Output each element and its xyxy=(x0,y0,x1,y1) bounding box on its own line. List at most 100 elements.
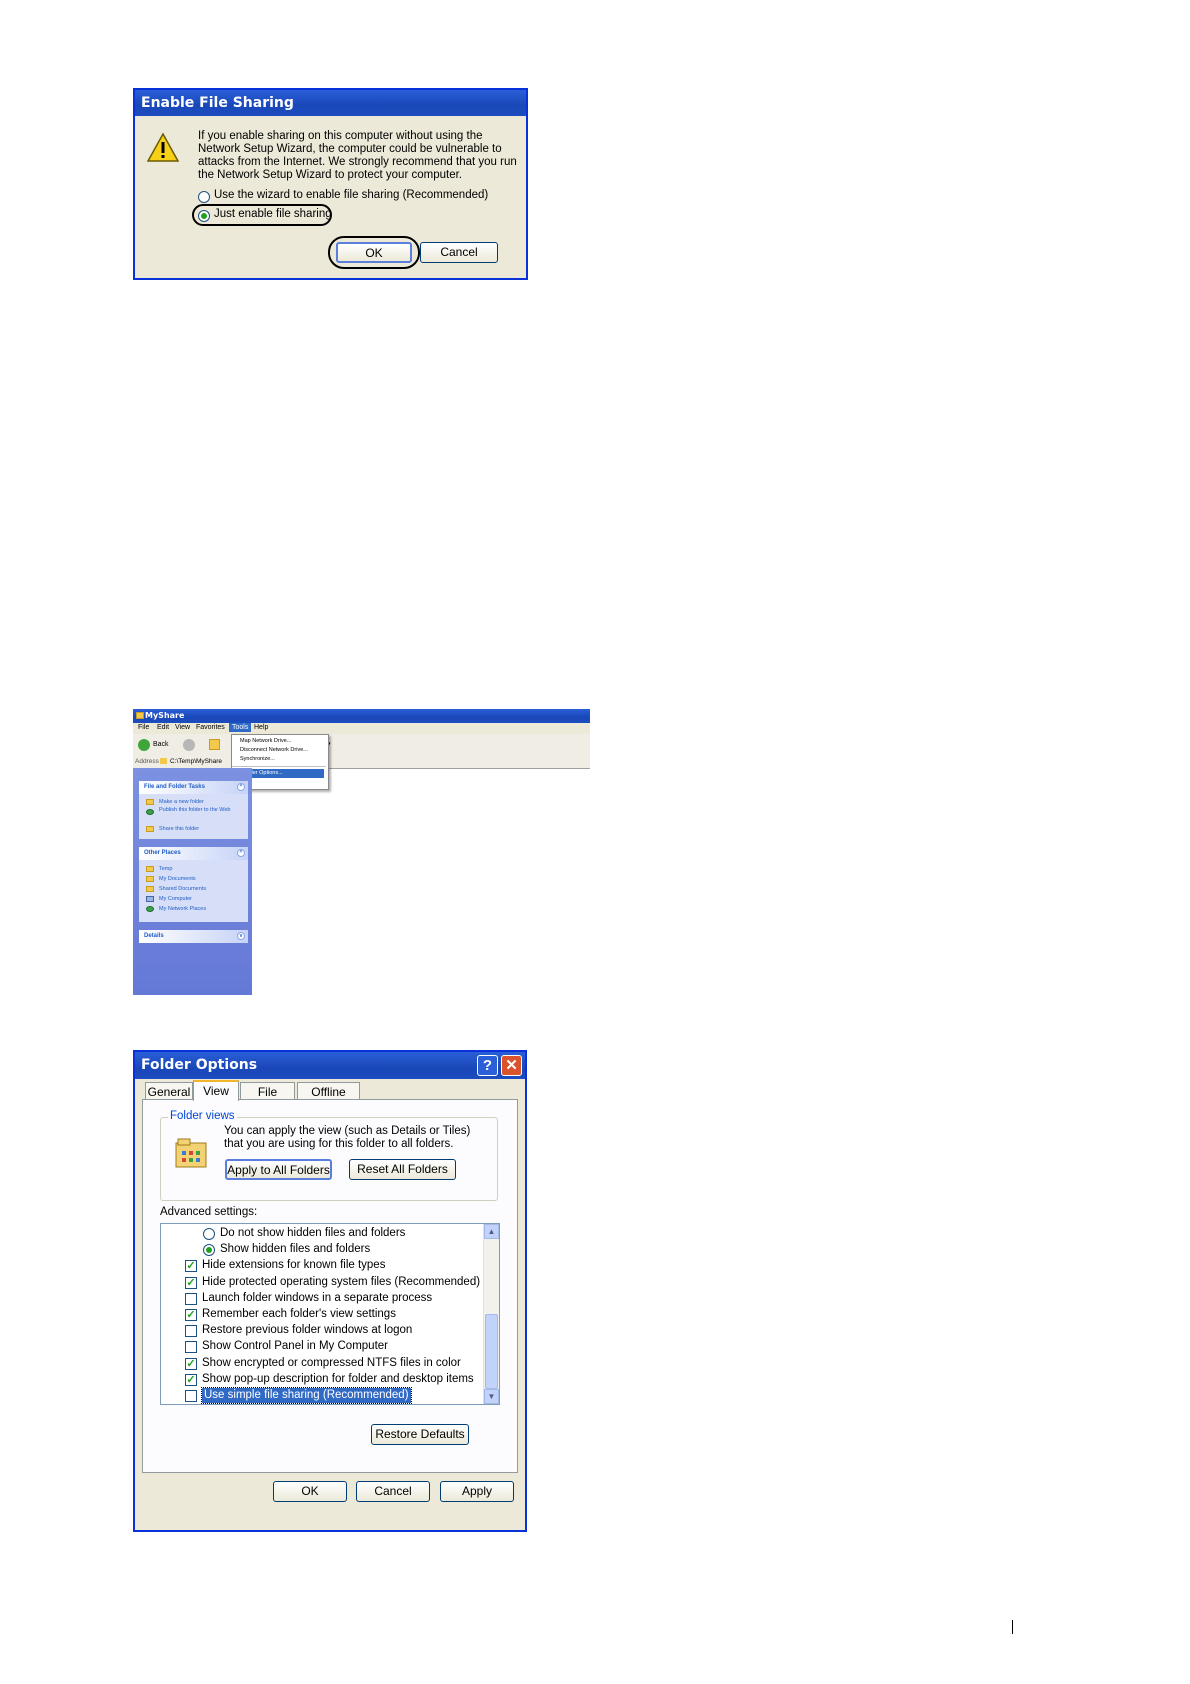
folder-icon xyxy=(146,866,154,872)
panel-title[interactable]: File and Folder Tasks ^ xyxy=(139,781,248,794)
place-label: My Documents xyxy=(159,876,196,882)
option-label[interactable]: Use simple file sharing (Recommended) xyxy=(201,1387,412,1404)
option-label[interactable]: Do not show hidden files and folders xyxy=(220,1226,405,1241)
task-share-folder[interactable]: Share this folder xyxy=(139,824,248,834)
address-label: Address xyxy=(135,758,159,765)
task-label: Make a new folder xyxy=(159,799,204,805)
folder-icon xyxy=(146,886,154,892)
toolbar: Back ▾ xyxy=(133,734,590,757)
tab-offline-files[interactable]: Offline Files xyxy=(297,1082,360,1117)
tab-view[interactable]: View xyxy=(193,1080,239,1101)
folder-views-group: Folder views You can apply the view (suc… xyxy=(160,1110,498,1201)
option-checkbox[interactable]: ✓ xyxy=(185,1373,197,1386)
ok-button[interactable]: OK xyxy=(273,1481,347,1502)
apply-button[interactable]: Apply xyxy=(440,1481,514,1502)
share-folder-icon xyxy=(146,826,154,832)
option-label[interactable]: Hide protected operating system files (R… xyxy=(202,1275,480,1290)
place-my-network-places[interactable]: My Network Places xyxy=(139,904,248,914)
place-my-computer[interactable]: My Computer xyxy=(139,894,248,904)
option-label[interactable]: Restore previous folder windows at logon xyxy=(202,1323,412,1338)
use-wizard-label: Use the wizard to enable file sharing (R… xyxy=(214,189,489,201)
option-label[interactable]: Hide extensions for known file types xyxy=(202,1258,385,1273)
explorer-window: MyShare File Edit View Favorites Tools H… xyxy=(133,709,590,995)
help-button[interactable]: ? xyxy=(477,1055,498,1076)
task-publish-folder[interactable]: Publish this folder to the Web xyxy=(139,807,248,824)
task-label: Share this folder xyxy=(159,826,200,832)
menu-edit[interactable]: Edit xyxy=(157,724,169,731)
panel-title-text: Other Places xyxy=(144,850,181,856)
menu-item-map-network-drive[interactable]: Map Network Drive... xyxy=(232,737,326,746)
use-wizard-radio[interactable] xyxy=(198,191,210,203)
tab-file-types[interactable]: File Types xyxy=(240,1082,295,1117)
tab-general[interactable]: General xyxy=(145,1082,193,1100)
file-folder-tasks-panel: File and Folder Tasks ^ Make a new folde… xyxy=(139,781,248,839)
menu-help[interactable]: Help xyxy=(254,724,268,731)
menu-tools[interactable]: Tools xyxy=(229,723,252,732)
menu-favorites[interactable]: Favorites xyxy=(196,724,225,731)
scroll-up-icon[interactable]: ▲ xyxy=(484,1224,499,1239)
task-pane: File and Folder Tasks ^ Make a new folde… xyxy=(133,768,252,995)
option-checkbox[interactable] xyxy=(185,1390,197,1402)
restore-defaults-button[interactable]: Restore Defaults xyxy=(371,1424,469,1445)
cancel-button[interactable]: Cancel xyxy=(356,1481,430,1502)
option-radio[interactable] xyxy=(203,1228,215,1240)
option-label[interactable]: Show Control Panel in My Computer xyxy=(202,1339,388,1354)
place-shared-documents[interactable]: Shared Documents xyxy=(139,884,248,894)
option-checkbox[interactable]: ✓ xyxy=(185,1309,197,1321)
highlight-oval xyxy=(328,236,420,269)
option-label[interactable]: Remember each folder's view settings xyxy=(202,1307,396,1322)
place-temp[interactable]: Temp xyxy=(139,864,248,874)
folder-views-icon xyxy=(175,1138,207,1168)
back-label[interactable]: Back xyxy=(153,741,169,748)
advanced-settings-label: Advanced settings: xyxy=(160,1206,258,1218)
task-make-new-folder[interactable]: Make a new folder xyxy=(139,797,248,807)
option-label[interactable]: Show pop-up description for folder and d… xyxy=(202,1372,474,1387)
details-panel: Details v xyxy=(139,930,248,943)
vertical-scrollbar[interactable]: ▲ ▼ xyxy=(483,1224,499,1404)
panel-title-text: Details xyxy=(144,933,164,939)
menu-item-disconnect-network-drive[interactable]: Disconnect Network Drive... xyxy=(232,746,326,755)
folder-icon xyxy=(136,712,144,719)
place-my-documents[interactable]: My Documents xyxy=(139,874,248,884)
option-label[interactable]: Show hidden files and folders xyxy=(220,1242,370,1257)
option-checkbox[interactable] xyxy=(185,1292,197,1305)
menu-view[interactable]: View xyxy=(175,724,190,731)
collapse-icon[interactable]: ^ xyxy=(237,783,245,791)
scroll-down-icon[interactable]: ▼ xyxy=(484,1389,499,1404)
place-label: My Computer xyxy=(159,896,193,902)
scroll-thumb[interactable] xyxy=(485,1314,498,1389)
other-places-panel: Other Places ^ Temp My Documents Shared … xyxy=(139,847,248,922)
option-checkbox[interactable]: ✓ xyxy=(185,1357,197,1370)
panel-title[interactable]: Details v xyxy=(139,930,248,943)
warning-icon xyxy=(147,132,179,162)
forward-arrow-icon[interactable] xyxy=(183,739,195,751)
menu-item-synchronize[interactable]: Synchronize... xyxy=(232,755,326,764)
option-label[interactable]: Launch folder windows in a separate proc… xyxy=(202,1291,432,1306)
up-folder-icon[interactable] xyxy=(209,739,220,750)
option-checkbox[interactable] xyxy=(185,1341,197,1354)
highlight-oval xyxy=(192,204,332,226)
option-radio[interactable] xyxy=(203,1244,215,1257)
page-divider xyxy=(1012,1620,1013,1634)
option-checkbox[interactable] xyxy=(185,1325,197,1338)
option-label[interactable]: Show encrypted or compressed NTFS files … xyxy=(202,1356,461,1371)
apply-to-all-folders-button[interactable]: Apply to All Folders xyxy=(225,1159,332,1180)
globe-icon xyxy=(146,809,154,815)
back-arrow-icon[interactable] xyxy=(138,739,150,751)
panel-title[interactable]: Other Places ^ xyxy=(139,847,248,860)
folder-icon xyxy=(146,799,154,805)
folder-icon xyxy=(146,876,154,882)
collapse-icon[interactable]: ^ xyxy=(237,849,245,857)
menu-file[interactable]: File xyxy=(138,724,149,731)
place-label: Shared Documents xyxy=(159,886,207,892)
close-button[interactable]: ✕ xyxy=(501,1055,522,1076)
option-checkbox[interactable]: ✓ xyxy=(185,1260,197,1273)
cancel-button[interactable]: Cancel xyxy=(420,242,498,263)
advanced-settings-list[interactable]: Do not show hidden files and folders Show… xyxy=(160,1223,500,1405)
expand-icon[interactable]: v xyxy=(237,932,245,940)
view-tab-page: Folder views You can apply the view (suc… xyxy=(142,1099,518,1473)
reset-all-folders-button[interactable]: Reset All Folders xyxy=(349,1159,456,1180)
folder-icon xyxy=(160,758,167,764)
address-input[interactable]: C:\Temp\MyShare xyxy=(170,758,222,765)
option-checkbox[interactable]: ✓ xyxy=(185,1276,197,1289)
